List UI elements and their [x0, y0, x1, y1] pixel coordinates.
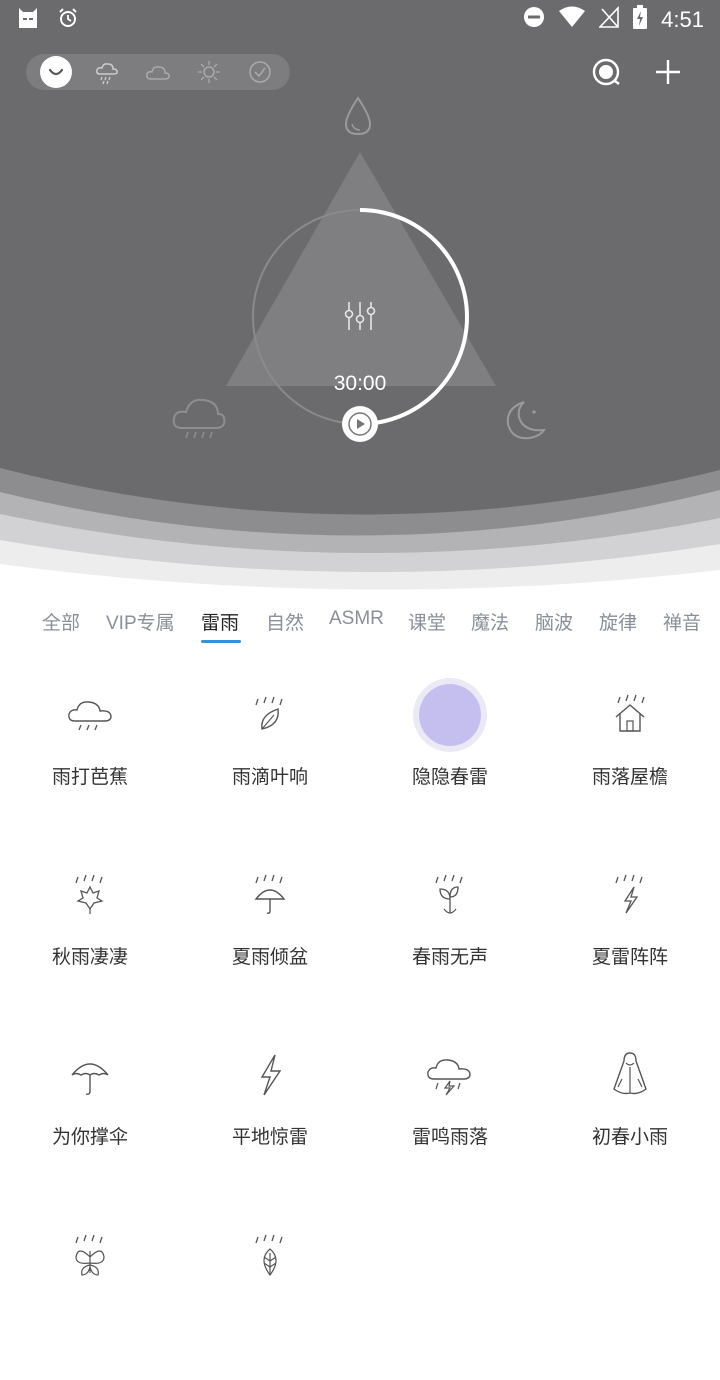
sound-label: 初春小雨	[591, 1127, 668, 1148]
selected-bubble	[419, 684, 481, 746]
water-drop-icon[interactable]	[344, 96, 372, 136]
status-time: 4:51	[661, 7, 704, 32]
sound-label: 雨落屋檐	[591, 767, 668, 788]
timer-icon	[592, 58, 620, 86]
sound-item[interactable]: 初春小雨	[540, 1020, 720, 1200]
sound-label: 平地惊雷	[231, 1127, 308, 1148]
tab-melody[interactable]: 旋律	[599, 608, 637, 635]
tab-vip[interactable]: VIP专属	[106, 608, 175, 635]
sun-icon	[198, 61, 221, 83]
tab-brainwave[interactable]: 脑波	[535, 608, 573, 635]
tab-all[interactable]: 全部	[42, 608, 80, 635]
preset-check[interactable]	[244, 56, 276, 88]
preset-sun[interactable]	[193, 56, 225, 88]
rain-cloud-icon	[95, 63, 118, 85]
cloud-icon	[146, 66, 170, 80]
moon-night-icon[interactable]	[506, 401, 547, 440]
add-icon	[656, 60, 680, 84]
signal-icon	[598, 5, 619, 34]
rain-cloud-icon	[68, 701, 112, 731]
sound-item[interactable]: 夏雷阵阵	[540, 840, 720, 1020]
leaf-rain-2-icon	[255, 1234, 283, 1277]
status-bar: 4:51	[0, 0, 720, 38]
leaf-rain-icon	[255, 696, 283, 730]
thunder-cloud-icon	[427, 1059, 471, 1096]
check-circle-icon	[249, 61, 272, 83]
butterfly-rain-icon	[75, 1234, 105, 1276]
lightning-icon	[260, 1054, 282, 1096]
sound-label: 雨滴叶响	[231, 767, 308, 788]
sound-item[interactable]: 雷鸣雨落	[360, 1020, 540, 1200]
smile-icon	[48, 68, 63, 76]
sound-item[interactable]: 为你撑伞	[0, 1020, 180, 1200]
hero-panel: 4:51 30:00	[0, 0, 720, 600]
umbrella-icon	[71, 1063, 109, 1095]
sound-item[interactable]	[180, 1200, 360, 1380]
timer-button[interactable]	[588, 54, 624, 90]
sound-label: 隐隐春雷	[411, 767, 488, 788]
sound-label: 雷鸣雨落	[411, 1127, 488, 1148]
tab-zen[interactable]: 禅音	[663, 608, 701, 635]
sound-item[interactable]: 春雨无声	[360, 840, 540, 1020]
sound-item[interactable]: 雨滴叶响	[180, 660, 360, 840]
sound-item[interactable]	[0, 1200, 180, 1380]
sound-item[interactable]: 平地惊雷	[180, 1020, 360, 1200]
tab-active-indicator	[201, 640, 241, 643]
sound-item[interactable]: 雨打芭蕉	[0, 660, 180, 840]
tab-thunder-rain[interactable]: 雷雨	[201, 608, 239, 635]
preset-cloud[interactable]	[142, 56, 174, 88]
sound-item[interactable]: 秋雨凄凄	[0, 840, 180, 1020]
alarm-icon	[58, 8, 78, 32]
preset-bar	[26, 54, 290, 90]
wifi-icon	[559, 6, 586, 34]
preset-rain[interactable]	[91, 56, 123, 88]
category-tabs: 全部 VIP专属 雷雨 自然 ASMR 课堂 魔法 脑波 旋律 禅音	[0, 600, 720, 646]
dnd-icon	[523, 6, 545, 34]
maple-rain-icon	[75, 874, 104, 914]
app-notification-icon	[16, 6, 40, 34]
sound-label: 春雨无声	[411, 947, 488, 968]
sound-item[interactable]: 夏雨倾盆	[180, 840, 360, 1020]
add-button[interactable]	[650, 54, 686, 90]
battery-icon	[633, 5, 648, 35]
preset-smile[interactable]	[39, 56, 72, 88]
sound-label: 秋雨凄凄	[51, 947, 128, 968]
umbrella-rain-icon	[254, 874, 286, 914]
house-rain-icon	[615, 694, 645, 732]
timer-label: 30:00	[333, 372, 387, 395]
wave-decoration	[0, 468, 720, 600]
tab-magic[interactable]: 魔法	[471, 608, 509, 635]
sound-item[interactable]: 雨落屋檐	[540, 660, 720, 840]
sound-label: 雨打芭蕉	[51, 767, 128, 788]
sprout-rain-icon	[435, 874, 463, 914]
tab-class[interactable]: 课堂	[408, 608, 446, 635]
sound-item-selected[interactable]: 隐隐春雷	[360, 660, 540, 840]
tab-asmr[interactable]: ASMR	[329, 608, 384, 630]
tab-nature[interactable]: 自然	[266, 608, 304, 635]
lightning-rain-icon	[615, 874, 643, 914]
raincoat-icon	[613, 1052, 647, 1095]
sound-label: 夏雷阵阵	[591, 947, 668, 968]
left-rain-cloud-icon[interactable]	[172, 398, 226, 439]
sound-label: 夏雨倾盆	[231, 947, 308, 968]
play-button[interactable]	[342, 406, 378, 442]
sound-label: 为你撑伞	[51, 1127, 128, 1148]
